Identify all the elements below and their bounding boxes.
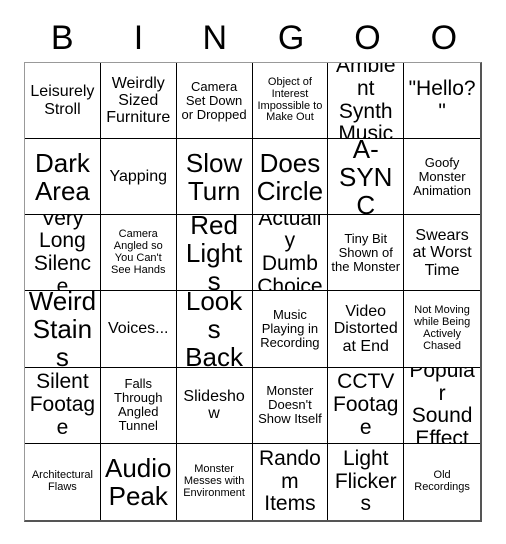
bingo-cell-label: A-SYNC xyxy=(339,139,393,216)
bingo-cell[interactable]: Camera Angled so You Can't See Hands xyxy=(100,215,177,292)
bingo-header-letter: N xyxy=(202,19,228,57)
bingo-cell-label: Leisurely Stroll xyxy=(30,83,95,118)
bingo-header-letters: BINGOO xyxy=(24,14,482,62)
bingo-cell-label: Swears at Worst Time xyxy=(412,227,472,279)
bingo-cell[interactable]: Voices... xyxy=(100,291,177,368)
bingo-header-letter: G xyxy=(277,19,305,57)
bingo-cell-label: Audio Peak xyxy=(104,452,172,511)
bingo-cell-label: Weirdly Sized Furniture xyxy=(106,74,171,127)
bingo-cell-label: Voices... xyxy=(108,320,169,338)
bingo-cell-label: Does Circle xyxy=(256,147,324,206)
bingo-cell[interactable]: Video Distorted at End xyxy=(328,291,405,368)
bingo-cell-label: Very Long Silence xyxy=(33,215,92,292)
bingo-cell[interactable]: Leisurely Stroll xyxy=(25,63,101,140)
bingo-cell-label: Falls Through Angled Tunnel xyxy=(114,376,163,434)
bingo-cell[interactable]: Dark Area xyxy=(25,139,101,216)
bingo-cell[interactable]: Slow Turn xyxy=(176,139,253,216)
bingo-cell-label: Video Distorted at End xyxy=(333,303,398,355)
bingo-cell-label: Tiny Bit Shown of the Monster xyxy=(331,230,401,274)
bingo-header-letter: O xyxy=(354,19,381,57)
bingo-cell-label: Looks Back xyxy=(185,291,243,368)
bingo-cell[interactable]: Ambient Synth Music xyxy=(328,63,405,140)
bingo-cell[interactable]: Swears at Worst Time xyxy=(404,215,480,292)
bingo-cell[interactable]: Popular Sound Effect xyxy=(404,367,480,444)
bingo-cell-label: Monster Doesn't Show Itself xyxy=(258,383,322,427)
bingo-cell[interactable]: Random Items xyxy=(252,443,329,520)
bingo-cell[interactable]: "Hello?" xyxy=(404,63,480,140)
bingo-cell-label: Camera Angled so You Can't See Hands xyxy=(111,228,166,276)
bingo-cell-label: Architectural Flaws xyxy=(31,469,93,493)
bingo-cell-label: Yapping xyxy=(109,168,167,186)
bingo-cell[interactable]: Slideshow xyxy=(176,367,253,444)
bingo-cell-label: "Hello?" xyxy=(408,76,476,123)
bingo-cell-label: Monster Messes with Environment xyxy=(183,463,245,499)
bingo-cell[interactable]: Weirdly Sized Furniture xyxy=(100,63,177,140)
bingo-cell[interactable]: Actually Dumb Choice xyxy=(252,215,329,292)
bingo-cell-label: Object of Interest Impossible to Make Ou… xyxy=(257,75,323,124)
bingo-cell[interactable]: Very Long Silence xyxy=(25,215,101,292)
bingo-cell-label: Slow Turn xyxy=(185,147,243,206)
bingo-cell[interactable]: Monster Messes with Environment xyxy=(176,443,253,520)
bingo-cell[interactable]: Music Playing in Recording xyxy=(252,291,329,368)
bingo-cell[interactable]: Monster Doesn't Show Itself xyxy=(252,367,329,444)
bingo-cell-label: Ambient Synth Music xyxy=(335,63,396,140)
bingo-cell[interactable]: Falls Through Angled Tunnel xyxy=(100,367,177,444)
bingo-cell-label: Actually Dumb Choice xyxy=(257,215,323,292)
bingo-cell-label: Silent Footage xyxy=(29,370,96,439)
bingo-cell[interactable]: Weird Stains xyxy=(25,291,101,368)
bingo-cell[interactable]: Old Recordings xyxy=(404,443,480,520)
bingo-cell-label: Weird Stains xyxy=(28,291,97,368)
bingo-cell[interactable]: Tiny Bit Shown of the Monster xyxy=(328,215,405,292)
bingo-header-letter: O xyxy=(430,19,458,57)
bingo-cell-label: Popular Sound Effect xyxy=(409,367,475,444)
bingo-cell[interactable]: Silent Footage xyxy=(25,367,101,444)
bingo-cell[interactable]: A-SYNC xyxy=(328,139,405,216)
bingo-cell-label: Music Playing in Recording xyxy=(260,307,320,351)
bingo-cell[interactable]: Light Flickers xyxy=(328,443,405,520)
bingo-cell[interactable]: Red Lights xyxy=(176,215,253,292)
bingo-grid: Leisurely Stroll Weirdly Sized Furniture C… xyxy=(24,62,482,522)
bingo-cell[interactable]: Not Moving while Being Actively Chased xyxy=(404,291,480,368)
bingo-cell-label: Light Flickers xyxy=(334,446,397,516)
bingo-cell-label: Random Items xyxy=(258,446,321,516)
bingo-cell-label: CCTV Footage xyxy=(333,370,399,439)
bingo-cell-label: Red Lights xyxy=(185,215,243,292)
bingo-cell-label: Not Moving while Being Actively Chased xyxy=(413,304,471,352)
bingo-cell[interactable]: Audio Peak xyxy=(100,443,177,520)
bingo-cell-label: Goofy Monster Animation xyxy=(413,154,471,198)
bingo-cell[interactable]: CCTV Footage xyxy=(328,367,405,444)
bingo-cell-label: Camera Set Down or Dropped xyxy=(181,78,247,122)
bingo-header-letter: I xyxy=(133,19,144,57)
bingo-cell-label: Old Recordings xyxy=(414,469,470,493)
bingo-cell[interactable]: Looks Back xyxy=(176,291,253,368)
bingo-cell[interactable]: Yapping xyxy=(100,139,177,216)
bingo-cell[interactable]: Does Circle xyxy=(252,139,329,216)
bingo-cell[interactable]: Object of Interest Impossible to Make Ou… xyxy=(252,63,329,140)
bingo-header-letter: B xyxy=(50,19,74,57)
bingo-cell[interactable]: Camera Set Down or Dropped xyxy=(176,63,253,140)
bingo-cell[interactable]: Goofy Monster Animation xyxy=(404,139,480,216)
bingo-cell-label: Dark Area xyxy=(34,147,90,206)
bingo-cell-label: Slideshow xyxy=(183,387,245,423)
bingo-card: B I N G O O Leisurely Stroll Weirdly Sized Fur… xyxy=(0,0,506,544)
bingo-cell[interactable]: Architectural Flaws xyxy=(25,443,101,520)
